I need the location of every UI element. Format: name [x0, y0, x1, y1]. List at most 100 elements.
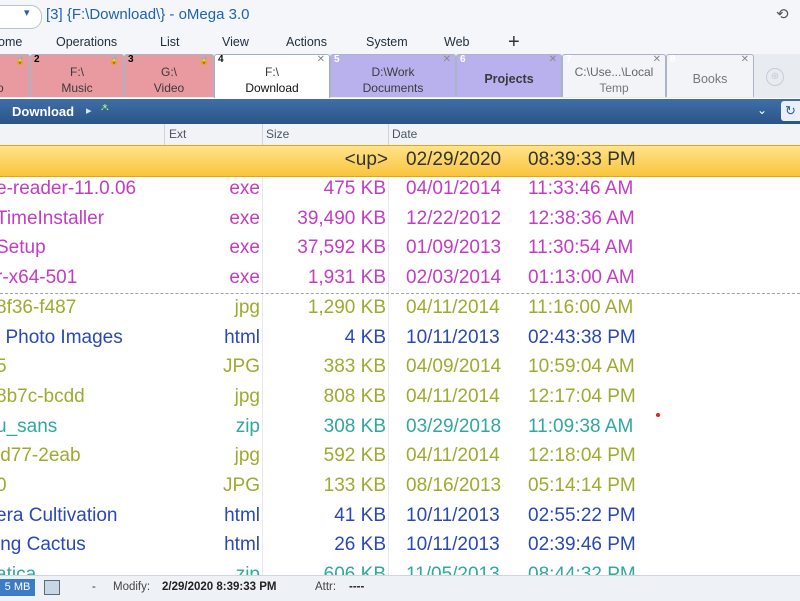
menu-bar: ome Operations List View Actions System … — [0, 31, 800, 55]
file-ext: JPG — [223, 475, 260, 496]
close-icon[interactable]: ✕ — [741, 54, 749, 65]
file-size: 592 KB — [323, 445, 386, 467]
image-icon[interactable] — [44, 580, 60, 595]
modify-value: 2/29/2020 8:39:33 PM — [162, 581, 277, 593]
file-date: 12/22/2012 — [406, 207, 502, 229]
file-date: 01/09/2013 — [406, 237, 502, 259]
path-bar[interactable]: Download ▸ ·*· ⌄ ↻ — [0, 99, 800, 124]
file-ext: html — [224, 534, 260, 556]
file-row[interactable]: 5 JPG 383 KB 04/09/2014 10:59:04 AM — [0, 353, 800, 383]
menu-web[interactable]: Web — [444, 35, 469, 49]
file-row[interactable]: atica zip 606 KB 11/05/2013 08:44:32 PM — [0, 561, 800, 575]
file-date: 04/11/2014 — [406, 296, 500, 318]
column-divider[interactable] — [164, 124, 165, 145]
menu-operations[interactable]: Operations — [56, 35, 117, 49]
tab-1[interactable]: 🔒 o — [0, 54, 30, 97]
file-ext: html — [224, 326, 260, 348]
chevron-down-icon[interactable]: ⌄ — [757, 103, 767, 117]
close-icon[interactable]: ✕ — [317, 54, 325, 65]
file-list[interactable]: <up> 02/29/2020 08:39:33 PM e-reader-11.… — [0, 145, 800, 575]
file-date: 04/01/2014 — [406, 178, 502, 199]
file-row[interactable]: 8b7c-bcdd jpg 808 KB 04/11/2014 12:17:04 PM — [0, 383, 800, 413]
lock-icon: 🔒 — [199, 56, 209, 65]
column-divider[interactable] — [388, 124, 389, 145]
menu-actions[interactable]: Actions — [286, 35, 327, 49]
file-row[interactable]: ing Cactus html 26 KB 10/11/2013 02:39:46 PM — [0, 531, 800, 561]
file-time: 02:43:38 PM — [528, 326, 636, 348]
refresh-icon[interactable]: ↻ — [781, 101, 800, 121]
file-time: 02:55:22 PM — [528, 504, 636, 526]
column-header-row: Ext Size Date — [0, 124, 800, 146]
modify-label: Modify: — [113, 581, 151, 593]
path-filter-icon[interactable]: ·*· — [100, 101, 110, 116]
file-row[interactable]: u_sans zip 308 KB 03/29/2018 11:09:38 AM — [0, 413, 800, 443]
file-row[interactable]: 8f36-f487 jpg 1,290 KB 04/11/2014 11:16:00 A… — [0, 294, 800, 324]
file-row[interactable]: Setup exe 37,592 KB 01/09/2013 11:30:54 AM — [0, 234, 800, 264]
path-label[interactable]: Download — [12, 104, 74, 119]
file-ext: jpg — [234, 296, 260, 318]
file-size: 808 KB — [323, 385, 386, 407]
file-name: u_sans — [0, 415, 58, 437]
file-name: ing Cactus — [0, 534, 86, 556]
file-row[interactable]: ld77-2eab jpg 592 KB 04/11/2014 12:18:04 PM — [0, 442, 800, 472]
file-name: 8f36-f487 — [0, 296, 77, 318]
chevron-down-icon[interactable]: ▾ — [24, 6, 30, 19]
column-header-date[interactable]: Date — [392, 127, 417, 141]
close-icon[interactable]: ✕ — [549, 54, 557, 65]
file-date: 03/29/2018 — [406, 415, 502, 437]
file-time: 12:17:04 PM — [528, 385, 636, 407]
file-name: r-x64-501 — [0, 267, 78, 289]
parent-dir-row[interactable]: <up> 02/29/2020 08:39:33 PM — [0, 145, 800, 177]
file-time: 11:30:54 AM — [528, 237, 634, 259]
menu-system[interactable]: System — [366, 35, 408, 49]
file-date: 04/11/2014 — [406, 385, 500, 407]
pin-icon[interactable]: ⟲ — [776, 5, 789, 23]
status-dash: - — [92, 581, 96, 593]
tab-documents[interactable]: 5 ✕ D:\Work Documents — [330, 54, 456, 97]
tab-temp[interactable]: 7 ✕ C:\Use...\Local Temp — [562, 54, 666, 97]
file-date: 02/03/2014 — [406, 267, 502, 289]
tab-download[interactable]: 4 ✕ F:\ Download — [214, 54, 330, 98]
file-ext: zip — [235, 415, 260, 437]
file-row[interactable]: e-reader-11.0.06 exe 475 KB 04/01/2014 11:33… — [0, 175, 800, 205]
menu-list[interactable]: List — [160, 35, 179, 49]
cursor-dot — [656, 413, 660, 417]
file-row[interactable]: r-x64-501 exe 1,931 KB 02/03/2014 01:13:00 A… — [0, 264, 800, 294]
file-date: 11/05/2013 — [406, 564, 500, 575]
file-row[interactable]: i Photo Images html 4 KB 10/11/2013 02:43:38… — [0, 324, 800, 354]
file-size: 308 KB — [323, 415, 386, 437]
file-size: 1,931 KB — [307, 267, 386, 289]
file-size: 133 KB — [323, 475, 386, 496]
file-time: 11:09:38 AM — [528, 415, 634, 437]
file-row[interactable]: TimeInstaller exe 39,490 KB 12/22/2012 12:38… — [0, 205, 800, 235]
menu-view[interactable]: View — [222, 35, 249, 49]
close-icon[interactable]: ✕ — [653, 54, 661, 65]
file-size: 26 KB — [334, 534, 386, 556]
file-date: 04/11/2014 — [406, 445, 500, 467]
file-name: TimeInstaller — [0, 207, 105, 229]
path-arrow-icon[interactable]: ▸ — [86, 104, 92, 117]
tab-books[interactable]: 8 ✕ Books — [666, 54, 754, 97]
file-date: 10/11/2013 — [406, 504, 500, 526]
file-row[interactable]: era Cultivation html 41 KB 10/11/2013 02:55:… — [0, 502, 800, 532]
file-ext: exe — [229, 267, 260, 289]
tab-video[interactable]: 3 🔒 G:\ Video — [124, 54, 214, 97]
add-tab-button[interactable]: + — [508, 31, 520, 54]
column-divider[interactable] — [262, 124, 263, 145]
file-ext: zip — [235, 564, 260, 575]
quick-menu-button[interactable] — [0, 5, 42, 29]
file-row[interactable]: 0 JPG 133 KB 08/16/2013 05:14:14 PM — [0, 472, 800, 502]
menu-home[interactable]: ome — [0, 35, 22, 49]
status-bar: 5 MB - Modify: 2/29/2020 8:39:33 PM Attr… — [0, 575, 800, 601]
close-icon[interactable]: ✕ — [443, 54, 451, 65]
new-tab-icon[interactable]: ⊕ — [766, 68, 784, 86]
tab-projects[interactable]: 6 ✕ Projects — [456, 54, 562, 97]
file-size: 37,592 KB — [297, 237, 386, 259]
file-time: 01:13:00 AM — [528, 267, 635, 289]
attr-value: ---- — [349, 581, 365, 593]
column-header-ext[interactable]: Ext — [169, 127, 186, 141]
window-title: [3] {F:\Download\} - oMega 3.0 — [46, 6, 250, 23]
column-header-size[interactable]: Size — [266, 127, 289, 141]
tab-music[interactable]: 2 🔒 F:\ Music — [30, 54, 124, 97]
attr-label: Attr: — [315, 581, 337, 593]
